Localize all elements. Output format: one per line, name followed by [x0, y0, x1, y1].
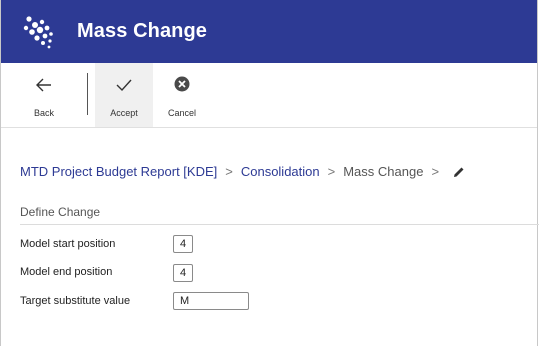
mass-change-window: Mass Change Back Accept Cancel MTD Proje…: [0, 0, 539, 346]
cancel-label: Cancel: [167, 108, 196, 118]
close-circle-icon: [174, 76, 190, 92]
breadcrumb-separator: >: [431, 164, 440, 179]
breadcrumb-separator: >: [327, 164, 336, 179]
accept-button[interactable]: Accept: [95, 63, 153, 127]
breadcrumb: MTD Project Budget Report [KDE] > Consolid…: [20, 164, 465, 179]
section-title: Define Change: [20, 205, 101, 219]
model-end-input[interactable]: 4: [173, 264, 193, 282]
checkmark-icon: [116, 79, 132, 92]
back-button[interactable]: Back: [19, 63, 69, 127]
model-end-label: Model end position: [20, 266, 113, 278]
arrow-left-icon: [36, 78, 51, 92]
target-substitute-label: Target substitute value: [20, 295, 131, 307]
model-start-input[interactable]: 4: [173, 235, 193, 253]
cancel-button[interactable]: Cancel: [156, 63, 208, 127]
title-bar: Mass Change: [1, 0, 537, 63]
section-divider: [20, 224, 539, 225]
breadcrumb-separator: >: [225, 164, 233, 179]
model-start-label: Model start position: [20, 238, 116, 250]
pencil-icon[interactable]: [453, 166, 465, 178]
back-label: Back: [33, 108, 54, 118]
breadcrumb-item-mass-change: Mass Change: [343, 164, 424, 179]
toolbar-divider: [87, 73, 88, 115]
toolbar: Back Accept Cancel: [1, 63, 537, 128]
breadcrumb-item-consolidation[interactable]: Consolidation: [241, 164, 320, 179]
app-logo-icon: [23, 16, 53, 49]
window-title: Mass Change: [77, 20, 208, 42]
accept-label: Accept: [110, 108, 138, 118]
breadcrumb-item-report[interactable]: MTD Project Budget Report [KDE]: [20, 164, 217, 179]
target-substitute-input[interactable]: M: [173, 292, 249, 310]
